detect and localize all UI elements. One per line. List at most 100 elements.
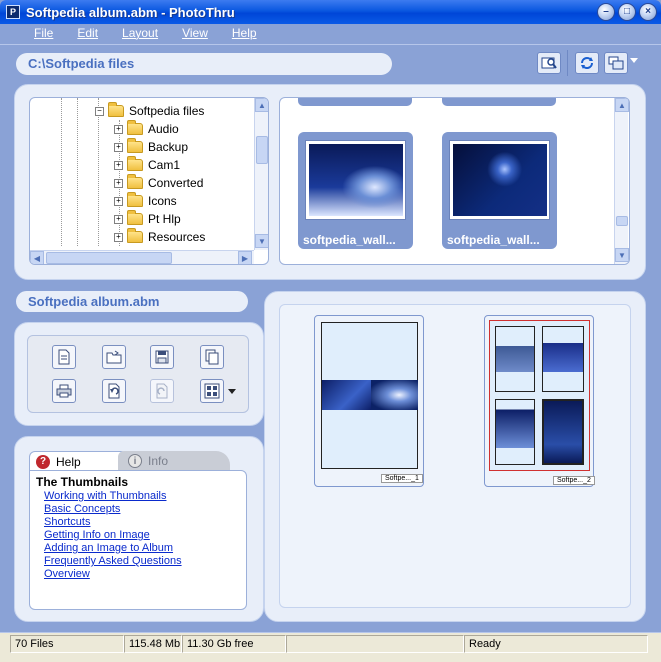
scroll-left-icon[interactable]: ◀ xyxy=(30,251,44,264)
album-title: Softpedia album.abm xyxy=(16,291,248,312)
app-icon: P xyxy=(6,5,20,19)
thumbnail-card-partial xyxy=(298,98,412,106)
maximize-button[interactable]: □ xyxy=(618,3,636,21)
tree-node[interactable]: + Pt Hlp xyxy=(114,210,181,228)
scroll-thumb[interactable] xyxy=(616,216,628,226)
page-canvas xyxy=(489,320,590,471)
tree-node[interactable]: + Resources xyxy=(114,228,205,246)
help-title: The Thumbnails xyxy=(36,475,129,489)
help-link-overview[interactable]: Overview xyxy=(44,568,240,581)
thumbnail-view: softpedia_wall... softpedia_wall... ▲ ▼ xyxy=(279,97,630,265)
tree-vertical-scrollbar[interactable]: ▲ ▼ xyxy=(254,98,268,250)
scroll-down-icon[interactable]: ▼ xyxy=(615,248,629,262)
rotate-icon[interactable] xyxy=(150,379,174,403)
folder-icon xyxy=(127,156,143,171)
help-link-faq[interactable]: Frequently Asked Questions xyxy=(44,555,240,568)
title-bar: P Softpedia album.abm - PhotoThru – □ × xyxy=(0,0,661,24)
help-link-shortcuts[interactable]: Shortcuts xyxy=(44,516,240,529)
status-total-size: 115.48 Mb xyxy=(124,635,182,653)
folder-icon xyxy=(127,138,143,153)
thumbnail-card[interactable]: softpedia_wall... xyxy=(442,132,557,249)
help-link-basic-concepts[interactable]: Basic Concepts xyxy=(44,503,240,516)
save-icon[interactable] xyxy=(150,345,174,369)
thumbnail-image xyxy=(305,140,406,220)
new-page-icon[interactable] xyxy=(52,345,76,369)
tree-node-root[interactable]: − Softpedia files xyxy=(95,102,204,120)
scroll-thumb[interactable] xyxy=(46,252,172,264)
layout-dropdown-arrow-icon[interactable] xyxy=(228,389,236,394)
thumbnail-vertical-scrollbar[interactable]: ▲ ▼ xyxy=(614,98,629,264)
album-page[interactable]: Softpe..._1 xyxy=(314,315,424,487)
folder-icon xyxy=(127,210,143,225)
status-empty xyxy=(286,635,464,653)
layout-grid-icon[interactable] xyxy=(200,379,224,403)
menu-view[interactable]: View xyxy=(182,24,218,44)
thumbnail-card[interactable]: softpedia_wall... xyxy=(298,132,413,249)
scroll-up-icon[interactable]: ▲ xyxy=(255,98,268,112)
page-image xyxy=(322,380,371,410)
scroll-up-icon[interactable]: ▲ xyxy=(615,98,629,112)
menu-layout[interactable]: Layout xyxy=(122,24,168,44)
folder-icon xyxy=(127,228,143,243)
status-free-space: 11.30 Gb free xyxy=(182,635,286,653)
help-icon: ? xyxy=(36,454,50,469)
tree-node[interactable]: + Audio xyxy=(114,120,179,138)
folder-icon xyxy=(127,174,143,189)
status-state: Ready xyxy=(464,635,648,653)
folder-icon xyxy=(127,120,143,135)
refresh-sync-icon[interactable] xyxy=(575,52,599,74)
toolbar-divider xyxy=(567,50,568,76)
thumbnail-label: softpedia_wall... xyxy=(447,233,540,247)
thumbnail-image xyxy=(449,140,550,220)
page-image xyxy=(495,326,535,392)
scroll-right-icon[interactable]: ▶ xyxy=(238,251,252,264)
window-title: Softpedia album.abm - PhotoThru xyxy=(26,4,235,20)
menu-bar: File Edit Layout View Help xyxy=(0,24,661,44)
tree-horizontal-scrollbar[interactable]: ◀ ▶ xyxy=(30,250,254,264)
thumbnail-label: softpedia_wall... xyxy=(303,233,396,247)
menu-help[interactable]: Help xyxy=(232,24,267,44)
album-page[interactable]: Softpe..._2 xyxy=(484,315,595,487)
print-icon[interactable] xyxy=(52,379,76,403)
folder-icon xyxy=(127,192,143,207)
copy-icon[interactable] xyxy=(200,345,224,369)
tab-help[interactable]: ? Help xyxy=(29,451,127,471)
browse-images-icon[interactable] xyxy=(537,52,561,74)
page-image xyxy=(542,326,584,392)
tree-node[interactable]: + Icons xyxy=(114,192,177,210)
open-folder-icon[interactable] xyxy=(102,345,126,369)
view-dropdown-arrow-icon[interactable] xyxy=(630,58,638,63)
status-file-count: 70 Files xyxy=(10,635,124,653)
page-image xyxy=(542,399,584,465)
close-button[interactable]: × xyxy=(639,3,657,21)
page-canvas xyxy=(321,322,418,469)
folder-tree: − Softpedia files + Audio + Backup + Cam… xyxy=(29,97,269,265)
page-label: Softpe..._1 xyxy=(381,474,423,483)
tree-node[interactable]: + Cam1 xyxy=(114,156,180,174)
help-content: The Thumbnails Working with Thumbnails B… xyxy=(29,470,247,610)
scroll-thumb[interactable] xyxy=(256,136,268,164)
undo-icon[interactable] xyxy=(102,379,126,403)
scroll-down-icon[interactable]: ▼ xyxy=(255,234,268,248)
info-icon: i xyxy=(128,454,142,468)
menu-divider xyxy=(0,44,661,45)
album-toolbar xyxy=(27,335,249,413)
page-label: Softpe..._2 xyxy=(553,476,595,485)
current-path: C:\Softpedia files xyxy=(16,53,392,75)
tree-node[interactable]: + Backup xyxy=(114,138,188,156)
page-image xyxy=(495,399,535,465)
minimize-button[interactable]: – xyxy=(597,3,615,21)
album-pages-view: Softpe..._1 Softpe..._2 xyxy=(279,304,631,608)
tab-info[interactable]: i Info xyxy=(118,451,230,471)
folder-icon xyxy=(108,102,124,117)
tree-node[interactable]: + Converted xyxy=(114,174,203,192)
page-image xyxy=(371,380,418,410)
help-link-working-with-thumbnails[interactable]: Working with Thumbnails xyxy=(44,490,240,503)
view-mode-icon[interactable] xyxy=(604,52,628,74)
menu-edit[interactable]: Edit xyxy=(77,24,108,44)
help-link-adding-image[interactable]: Adding an Image to Album xyxy=(44,542,240,555)
help-link-getting-info[interactable]: Getting Info on Image xyxy=(44,529,240,542)
thumbnail-card-partial xyxy=(442,98,556,106)
status-bar: 70 Files 115.48 Mb 11.30 Gb free Ready xyxy=(0,632,661,662)
menu-file[interactable]: File xyxy=(34,24,63,44)
